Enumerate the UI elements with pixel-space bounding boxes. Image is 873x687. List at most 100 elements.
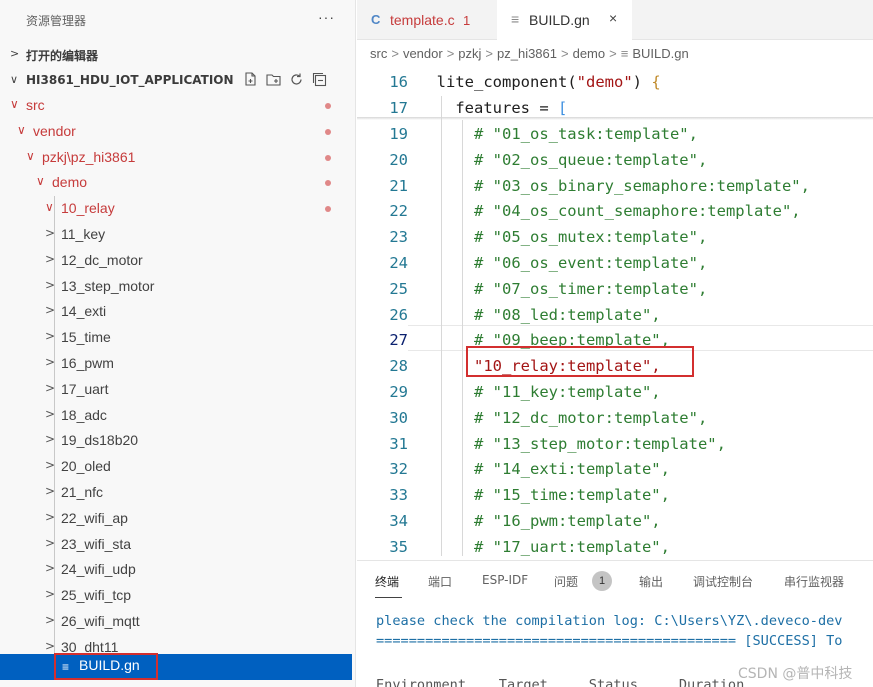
chevron-right-icon: > bbox=[45, 638, 56, 653]
explorer-title: 资源管理器 bbox=[26, 14, 87, 28]
tab-problems[interactable]: 问题 bbox=[554, 573, 578, 590]
tree-item[interactable]: >11_key bbox=[0, 222, 352, 248]
breadcrumb-item[interactable]: src bbox=[370, 46, 387, 61]
breadcrumb-separator: > bbox=[485, 46, 493, 61]
explorer-sidebar: 资源管理器 ··· > 打开的编辑器 ∨ HI3861_HDU_IOT_APPL… bbox=[0, 0, 356, 687]
code-comment: # "17_uart:template", bbox=[418, 537, 670, 556]
tree-item-build-gn[interactable]: ≡ BUILD.gn bbox=[0, 654, 352, 680]
collapse-all-icon[interactable] bbox=[312, 72, 327, 87]
code-editor[interactable]: 16 lite_component("demo") { 17 features … bbox=[357, 66, 873, 556]
code-comment: # "12_dc_motor:template", bbox=[418, 408, 708, 427]
breadcrumb-item[interactable]: demo bbox=[573, 46, 606, 61]
chevron-right-icon: > bbox=[45, 329, 56, 344]
tree-item[interactable]: >15_time bbox=[0, 325, 352, 351]
c-file-icon: C bbox=[371, 12, 381, 27]
code-line: 29 # "11_key:template", bbox=[357, 380, 873, 406]
tree-item[interactable]: >18_adc bbox=[0, 403, 352, 429]
tab-output[interactable]: 输出 bbox=[639, 573, 663, 590]
line-number: 35 bbox=[389, 537, 408, 556]
sticky-scroll-shadow bbox=[357, 117, 873, 120]
tree-item[interactable]: ∨ src bbox=[0, 93, 352, 119]
tree-item[interactable]: >25_wifi_tcp bbox=[0, 583, 352, 609]
more-actions-icon[interactable]: ··· bbox=[318, 9, 335, 25]
terminal-line: Environment Target Status Duration bbox=[376, 677, 745, 687]
tree-item[interactable]: >16_pwm bbox=[0, 351, 352, 377]
tree-item[interactable]: ∨ pzkj\pz_hi3861 bbox=[0, 145, 352, 171]
tab-label: template.c bbox=[390, 12, 455, 28]
highlight-annotation-box bbox=[466, 346, 694, 377]
open-editors-label: 打开的编辑器 bbox=[26, 49, 99, 63]
tree-item[interactable]: ∨ vendor bbox=[0, 119, 352, 145]
refresh-icon[interactable] bbox=[289, 72, 304, 87]
code-comment: # "04_os_count_semaphore:template", bbox=[418, 202, 801, 221]
line-number: 29 bbox=[389, 383, 408, 401]
tree-item[interactable]: >20_oled bbox=[0, 454, 352, 480]
tree-item-label: demo bbox=[52, 174, 88, 191]
tree-item[interactable]: >19_ds18b20 bbox=[0, 428, 352, 454]
line-number: 31 bbox=[389, 434, 408, 453]
terminal-line: please check the compilation log: C:\Use… bbox=[376, 613, 843, 629]
tree-item[interactable]: ∨ 10_relay bbox=[0, 196, 352, 222]
tab-serial-monitor[interactable]: 串行监视器 bbox=[784, 573, 844, 590]
tab-terminal[interactable]: 终端 bbox=[375, 573, 399, 590]
tab-template-c[interactable]: C template.c 1 bbox=[357, 0, 497, 40]
tab-build-gn[interactable]: ≡ BUILD.gn × bbox=[497, 0, 632, 40]
code-line: 22 # "04_os_count_semaphore:template", bbox=[357, 199, 873, 225]
tree-item[interactable]: >21_nfc bbox=[0, 480, 352, 506]
tree-item[interactable]: >14_exti bbox=[0, 299, 352, 325]
line-number: 17 bbox=[389, 99, 408, 117]
project-section[interactable]: ∨ HI3861_HDU_IOT_APPLICATION bbox=[0, 67, 355, 93]
project-label: HI3861_HDU_IOT_APPLICATION bbox=[26, 73, 234, 87]
code-bracket: [ bbox=[557, 99, 568, 117]
chevron-right-icon: > bbox=[45, 484, 56, 498]
chevron-right-icon: > bbox=[45, 277, 56, 292]
code-comment: # "13_step_motor:template", bbox=[418, 434, 726, 453]
chevron-right-icon: > bbox=[45, 251, 56, 266]
code-brace: { bbox=[651, 73, 661, 91]
chevron-down-icon: ∨ bbox=[10, 97, 19, 111]
tree-item[interactable]: >17_uart bbox=[0, 377, 352, 403]
line-number: 20 bbox=[389, 150, 408, 169]
open-editors-section[interactable]: > 打开的编辑器 bbox=[0, 41, 355, 67]
breadcrumb-separator: > bbox=[391, 46, 399, 61]
tree-item[interactable]: >23_wifi_sta bbox=[0, 532, 352, 558]
chevron-right-icon: > bbox=[45, 406, 56, 421]
close-icon[interactable]: × bbox=[609, 10, 617, 26]
breadcrumb-separator: > bbox=[609, 46, 617, 61]
code-comment: # "08_led:template", bbox=[418, 305, 661, 324]
tab-ports[interactable]: 端口 bbox=[428, 573, 452, 590]
tab-esp-idf[interactable]: ESP-IDF bbox=[482, 573, 528, 587]
breadcrumb-item[interactable]: pz_hi3861 bbox=[497, 46, 557, 61]
tree-item-label: 20_oled bbox=[61, 458, 111, 475]
tree-item[interactable]: >12_dc_motor bbox=[0, 248, 352, 274]
code-comment: # "15_time:template", bbox=[418, 486, 670, 505]
tree-item[interactable]: >26_wifi_mqtt bbox=[0, 609, 352, 635]
tree-item-label: 12_dc_motor bbox=[61, 251, 143, 268]
modified-dot-icon bbox=[325, 206, 331, 213]
line-number: 32 bbox=[389, 460, 408, 479]
new-file-icon[interactable] bbox=[243, 72, 258, 87]
active-tab-indicator bbox=[375, 597, 402, 598]
line-number: 22 bbox=[389, 202, 408, 221]
breadcrumb-item[interactable]: pzkj bbox=[458, 46, 481, 61]
tree-item[interactable]: ∨ demo bbox=[0, 170, 352, 196]
modified-dot-icon bbox=[325, 154, 331, 161]
tab-debug-console[interactable]: 调试控制台 bbox=[693, 573, 753, 590]
code-line: 24 # "06_os_event:template", bbox=[357, 251, 873, 277]
chevron-right-icon: > bbox=[45, 380, 56, 395]
problems-count-badge: 1 bbox=[592, 571, 612, 591]
tree-item-label: 10_relay bbox=[61, 200, 115, 217]
chevron-down-icon: ∨ bbox=[45, 200, 54, 215]
chevron-down-icon: ∨ bbox=[36, 174, 45, 189]
tree-item-label: src bbox=[26, 97, 45, 113]
tree-item[interactable]: >13_step_motor bbox=[0, 274, 352, 300]
text-file-icon: ≡ bbox=[511, 11, 520, 27]
tree-item[interactable]: >22_wifi_ap bbox=[0, 506, 352, 532]
new-folder-icon[interactable] bbox=[266, 72, 281, 87]
tree-item-label: 21_nfc bbox=[61, 484, 104, 500]
tree-item-label: 23_wifi_sta bbox=[61, 535, 132, 552]
tree-item[interactable]: >24_wifi_udp bbox=[0, 557, 352, 583]
breadcrumb-item[interactable]: BUILD.gn bbox=[632, 46, 688, 61]
chevron-right-icon: > bbox=[10, 47, 20, 60]
breadcrumb-item[interactable]: vendor bbox=[403, 46, 443, 61]
